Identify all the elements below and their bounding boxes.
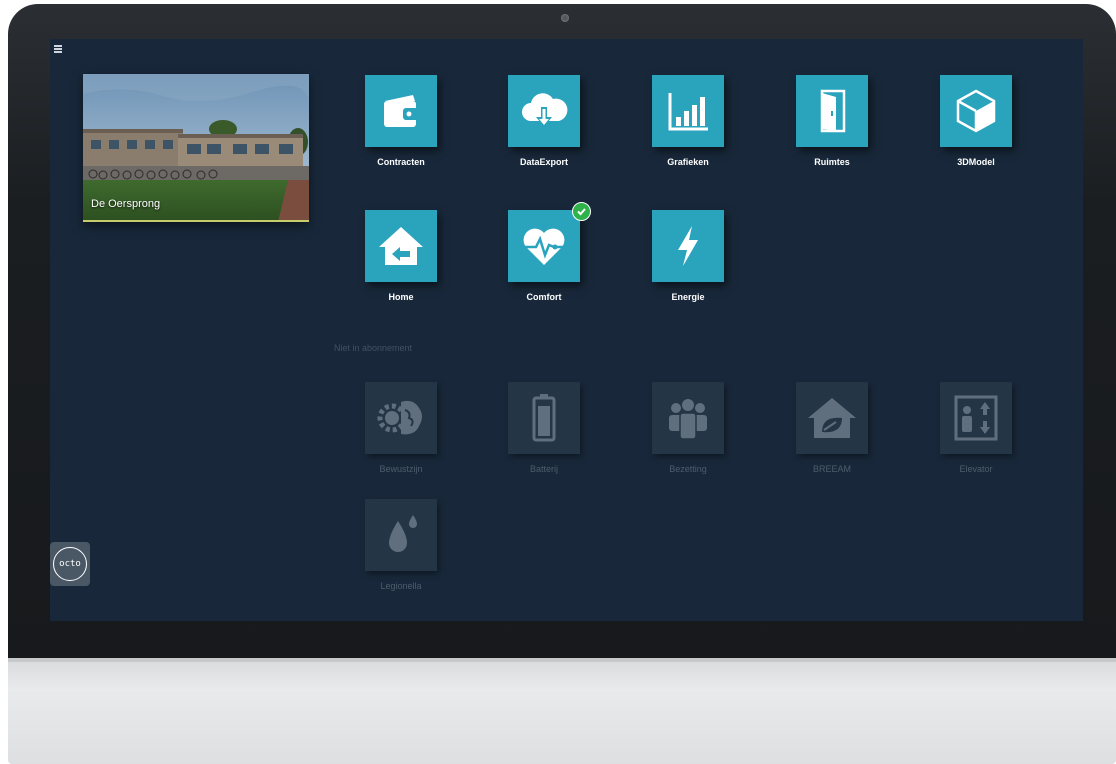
monitor-divider: [8, 658, 1116, 662]
webcam: [561, 14, 569, 22]
octo-logo[interactable]: octo: [50, 542, 90, 586]
app-tile-legionella: Legionella: [329, 499, 469, 609]
app-label: Elevator: [959, 464, 993, 474]
site-title: De Oersprong: [91, 198, 161, 210]
app-label: Home: [388, 292, 414, 302]
app-label: Energie: [671, 292, 705, 302]
app-label: 3DModel: [957, 157, 995, 167]
unsubscribed-section-label: Niet in abonnement: [334, 343, 413, 353]
app-tile-batterij: Batterij: [472, 382, 612, 492]
app-tile-home[interactable]: Home: [329, 210, 469, 320]
app-tile-grafieken[interactable]: Grafieken: [616, 75, 756, 185]
logo-text: octo: [53, 547, 87, 581]
eco-house-icon: [796, 382, 868, 454]
app-label: Comfort: [526, 292, 562, 302]
app-tile-bewustzijn: Bewustzijn: [329, 382, 469, 492]
app-tile-comfort[interactable]: Comfort: [472, 202, 612, 320]
cube-icon: [940, 75, 1012, 147]
app-label: Grafieken: [667, 157, 709, 167]
app-screen: De Oersprong Contracten DataExport Grafi…: [50, 39, 1083, 621]
app-tile-contracten[interactable]: Contracten: [329, 75, 469, 185]
monitor-chin: [8, 658, 1116, 764]
water-drop-icon: [365, 499, 437, 571]
people-icon: [652, 382, 724, 454]
app-label: BREEAM: [812, 464, 851, 474]
app-tile-energie[interactable]: Energie: [616, 210, 756, 320]
cloud-download-icon: [508, 75, 580, 147]
app-label: DataExport: [519, 157, 568, 167]
site-card[interactable]: De Oersprong: [83, 74, 309, 222]
app-tile-elevator: Elevator: [904, 382, 1044, 492]
app-tile-breeam: BREEAM: [760, 382, 900, 492]
app-label: Batterij: [529, 464, 558, 474]
lightning-icon: [652, 210, 724, 282]
app-tile-3dmodel[interactable]: 3DModel: [904, 75, 1044, 185]
app-tile-ruimtes[interactable]: Ruimtes: [760, 75, 900, 185]
battery-icon: [508, 382, 580, 454]
app-label: Bezetting: [669, 464, 707, 474]
bar-chart-icon: [652, 75, 724, 147]
brain-gear-icon: [365, 382, 437, 454]
heart-pulse-icon: [508, 210, 580, 282]
app-tile-dataexport[interactable]: DataExport: [472, 75, 612, 185]
door-icon: [796, 75, 868, 147]
elevator-icon: [940, 382, 1012, 454]
hamburger-menu-icon[interactable]: [54, 45, 62, 53]
home-icon: [365, 210, 437, 282]
app-tile-bezetting: Bezetting: [616, 382, 756, 492]
app-label: Ruimtes: [814, 157, 850, 167]
app-label: Legionella: [380, 581, 422, 591]
app-label: Bewustzijn: [379, 464, 423, 474]
check-icon: [572, 202, 591, 221]
wallet-icon: [365, 75, 437, 147]
app-label: Contracten: [377, 157, 425, 167]
